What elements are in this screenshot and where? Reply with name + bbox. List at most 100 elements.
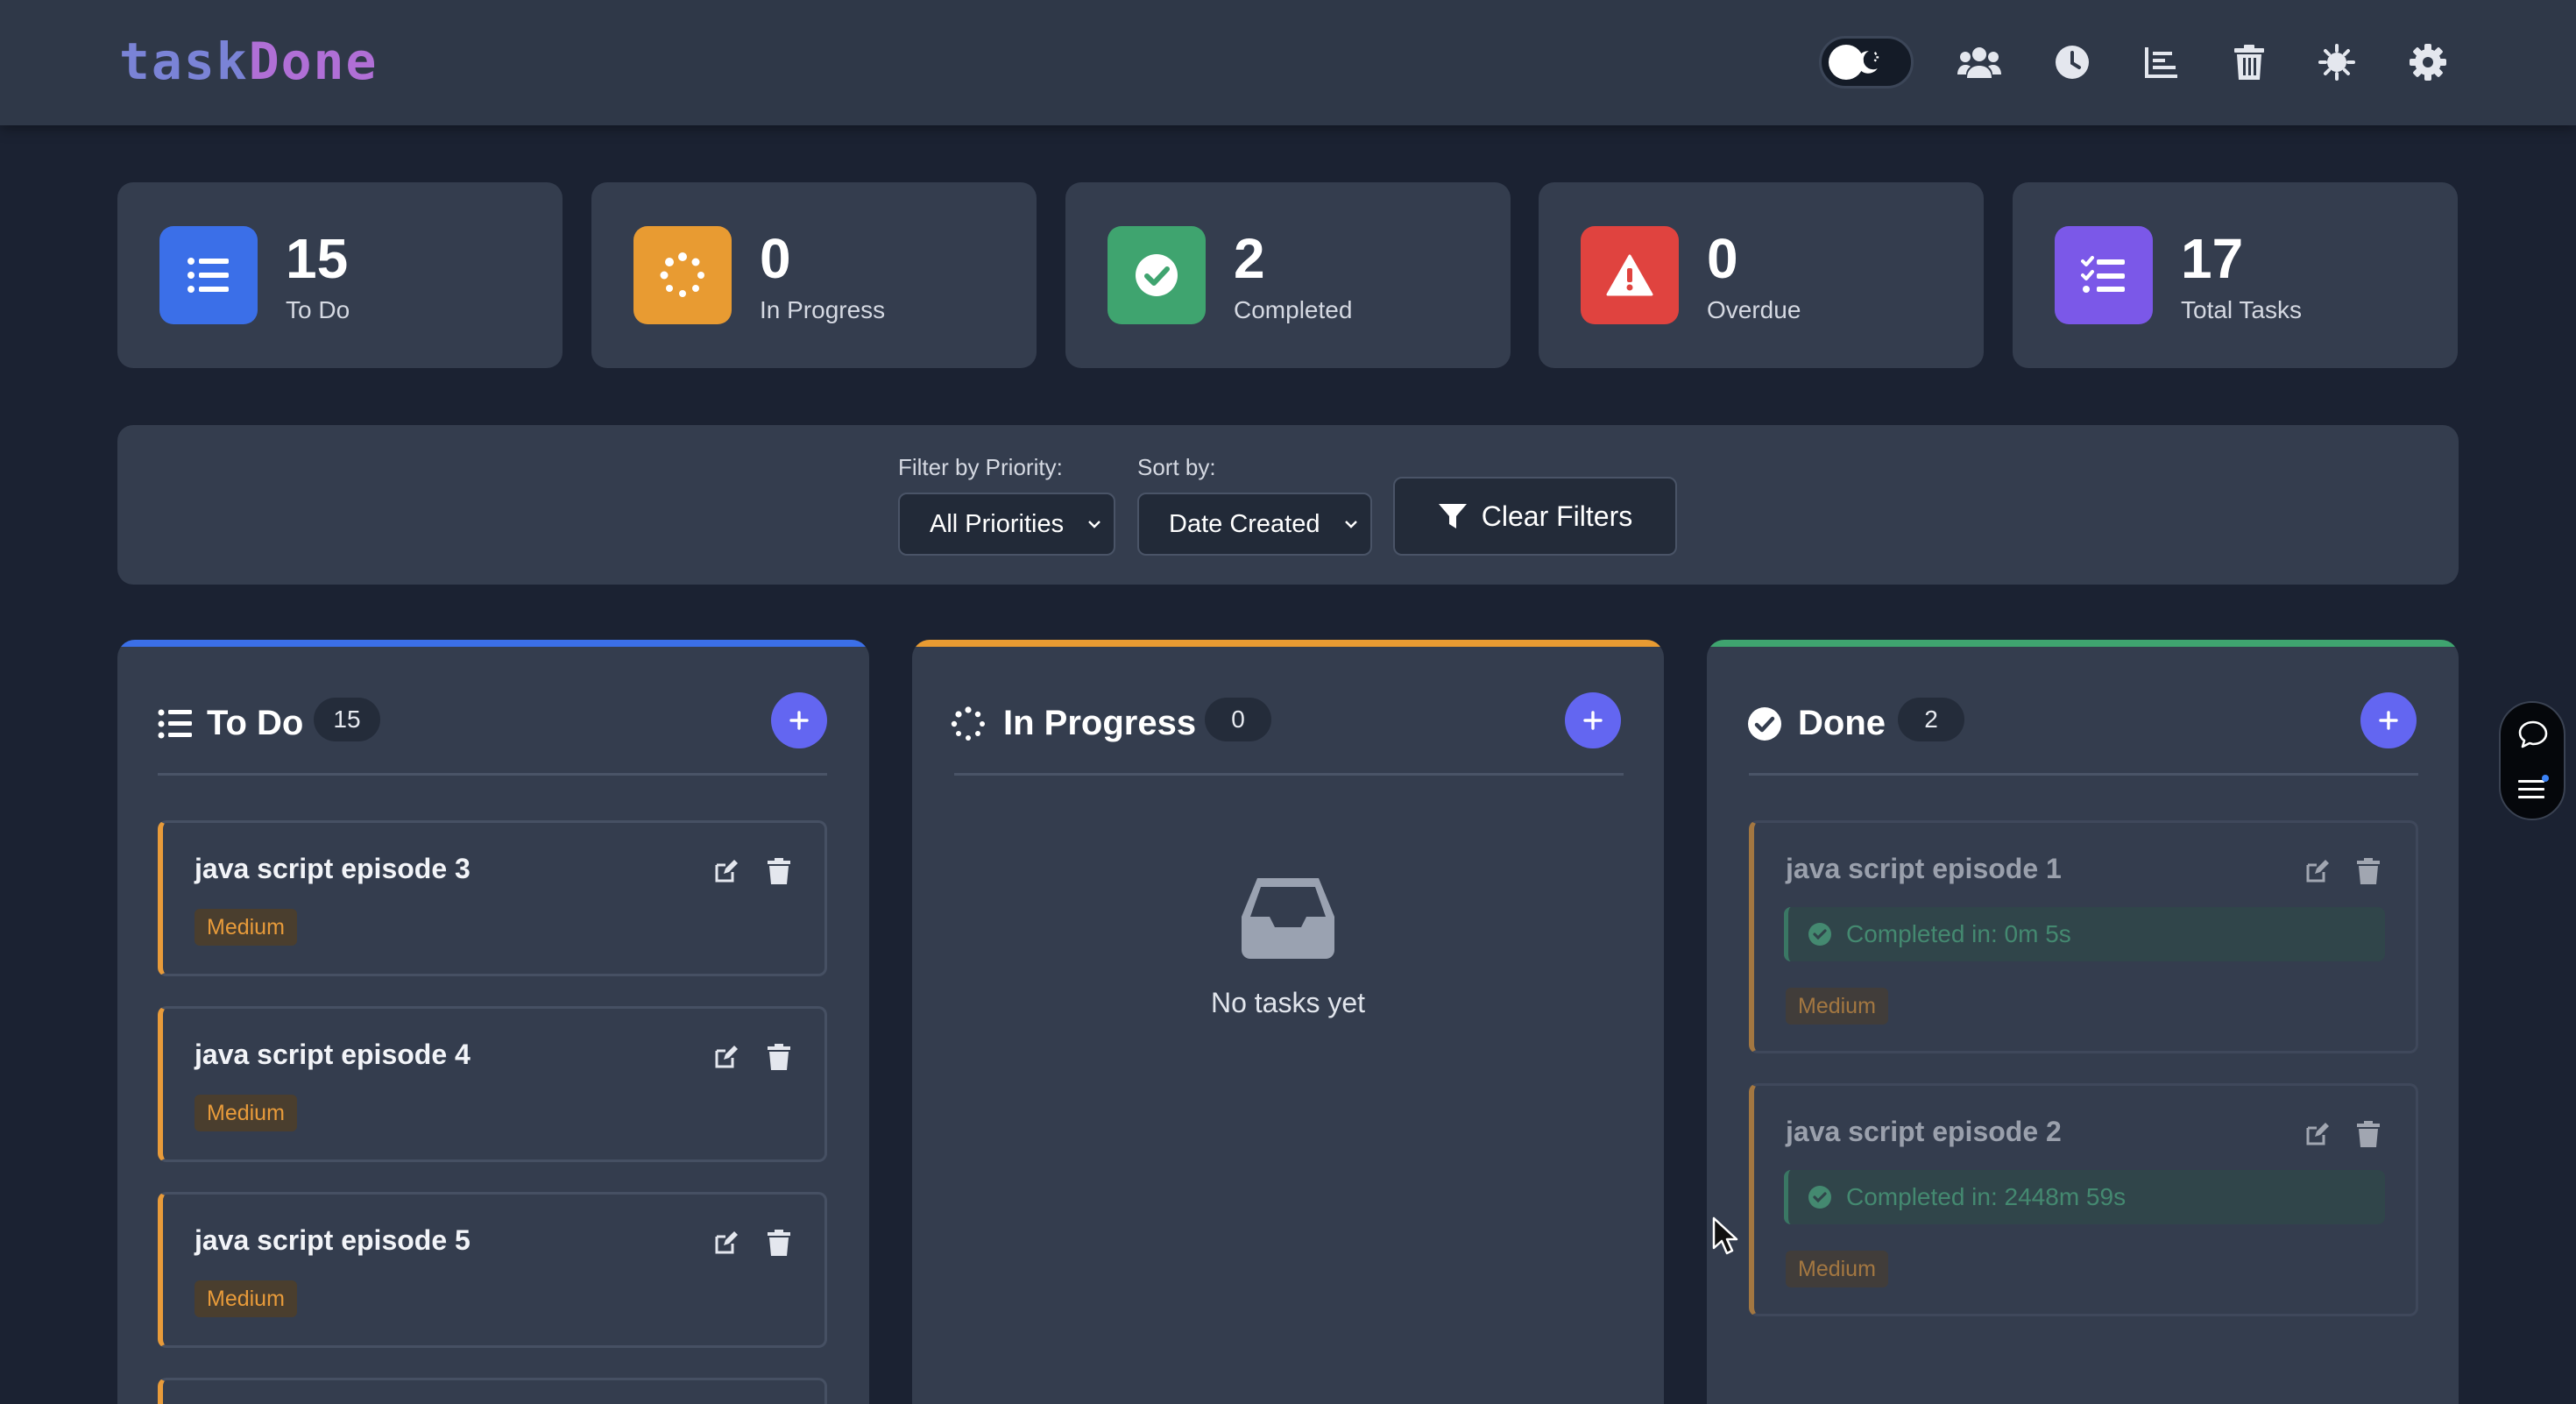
priority-badge: Medium xyxy=(195,1280,297,1317)
edit-icon[interactable] xyxy=(2304,858,2331,884)
chevron-down-icon xyxy=(1345,521,1357,528)
add-task-button[interactable] xyxy=(771,692,827,748)
list-icon xyxy=(159,226,258,324)
edit-icon[interactable] xyxy=(713,1044,740,1070)
history-icon[interactable] xyxy=(2049,39,2096,86)
task-title: java script episode 3 xyxy=(195,853,471,884)
add-task-button[interactable] xyxy=(1565,692,1621,748)
stat-card-in-progress: 0 In Progress xyxy=(591,182,1037,368)
list-icon xyxy=(158,709,192,739)
stat-value: 0 xyxy=(760,227,791,290)
logo-text-done: Done xyxy=(248,32,379,91)
inbox-icon xyxy=(1242,878,1334,959)
theme-toggle[interactable] xyxy=(1819,36,1914,89)
task-card[interactable]: java script episode 5 Medium xyxy=(158,1192,827,1348)
column-title: To Do xyxy=(207,704,304,742)
delete-icon[interactable] xyxy=(2357,1121,2380,1147)
delete-icon[interactable] xyxy=(2357,858,2380,884)
delete-icon[interactable] xyxy=(768,1044,790,1070)
spinner-icon xyxy=(633,226,732,324)
stat-card-completed: 2 Completed xyxy=(1065,182,1511,368)
mouse-cursor-icon xyxy=(1712,1216,1738,1255)
column-accent-bar xyxy=(1707,640,2459,647)
priority-filter-label: Filter by Priority: xyxy=(898,454,1063,480)
edit-icon[interactable] xyxy=(2304,1121,2331,1147)
task-card[interactable] xyxy=(158,1378,827,1404)
bug-icon[interactable] xyxy=(2313,39,2360,86)
edit-icon[interactable] xyxy=(713,1230,740,1256)
completion-time-text: Completed in: 2448m 59s xyxy=(1846,1183,2127,1210)
completion-time-bar: Completed in: 2448m 59s xyxy=(1784,1170,2385,1224)
moon-icon xyxy=(1857,51,1879,74)
check-circle-icon xyxy=(1108,226,1206,324)
task-title: java script episode 4 xyxy=(195,1039,471,1070)
stat-label: In Progress xyxy=(760,296,886,323)
column-count-badge: 0 xyxy=(1205,698,1271,741)
priority-badge: Medium xyxy=(195,909,297,946)
sort-select-value: Date Created xyxy=(1169,510,1320,538)
completion-time-bar: Completed in: 0m 5s xyxy=(1784,907,2385,961)
priority-select-value: All Priorities xyxy=(930,510,1065,538)
priority-badge: Medium xyxy=(1786,988,1888,1025)
column-count-badge: 15 xyxy=(314,698,380,741)
menu-icon[interactable] xyxy=(2518,775,2550,803)
column-accent-bar xyxy=(912,640,1664,647)
add-task-button[interactable] xyxy=(2360,692,2417,748)
trash-icon[interactable] xyxy=(2226,39,2273,86)
side-widget xyxy=(2499,701,2565,820)
chevron-down-icon xyxy=(1088,521,1100,528)
priority-badge: Medium xyxy=(195,1095,297,1131)
task-title: java script episode 1 xyxy=(1786,853,2062,884)
task-title: java script episode 2 xyxy=(1786,1116,2062,1147)
priority-select[interactable]: All Priorities xyxy=(898,493,1115,556)
empty-state-text: No tasks yet xyxy=(1210,987,1366,1018)
filter-icon xyxy=(1438,504,1467,528)
check-circle-icon xyxy=(1748,707,1781,741)
stat-label: Total Tasks xyxy=(2181,296,2302,323)
column-title: In Progress xyxy=(1003,704,1197,742)
delete-icon[interactable] xyxy=(768,1230,790,1256)
task-card-completed[interactable]: java script episode 2 Completed in: 2448… xyxy=(1749,1083,2418,1316)
edit-icon[interactable] xyxy=(713,858,740,884)
column-done: Done 2 java script episode 1 Completed i… xyxy=(1707,640,2459,1404)
stat-card-todo: 15 To Do xyxy=(117,182,563,368)
task-title: java script episode 5 xyxy=(195,1224,471,1256)
column-in-progress: In Progress 0 No tasks yet xyxy=(912,640,1664,1404)
column-title: Done xyxy=(1798,704,1886,742)
tasks-icon xyxy=(2055,226,2153,324)
app-logo[interactable]: taskDone xyxy=(119,30,378,93)
column-count-badge: 2 xyxy=(1898,698,1964,741)
check-circle-icon xyxy=(1808,1186,1831,1209)
warning-icon xyxy=(1581,226,1679,324)
chat-icon[interactable] xyxy=(2518,720,2548,748)
delete-icon[interactable] xyxy=(768,858,790,884)
logo-text-task: task xyxy=(119,32,249,91)
stat-value: 15 xyxy=(286,227,349,290)
stat-value: 17 xyxy=(2181,227,2244,290)
column-divider xyxy=(1749,773,2418,776)
plus-icon xyxy=(789,711,809,730)
stat-label: Overdue xyxy=(1707,296,1801,323)
sort-select[interactable]: Date Created xyxy=(1137,493,1372,556)
column-accent-bar xyxy=(117,640,869,647)
chart-icon[interactable] xyxy=(2138,39,2185,86)
task-card[interactable]: java script episode 3 Medium xyxy=(158,820,827,976)
stat-value: 2 xyxy=(1234,227,1265,290)
settings-icon[interactable] xyxy=(2404,39,2452,86)
plus-icon xyxy=(2379,711,2398,730)
clear-filters-button[interactable]: Clear Filters xyxy=(1393,477,1677,556)
column-divider xyxy=(158,773,827,776)
column-todo: To Do 15 java script episode 3 Medium ja… xyxy=(117,640,869,1404)
plus-icon xyxy=(1583,711,1603,730)
priority-badge: Medium xyxy=(1786,1251,1888,1287)
spinner-icon xyxy=(951,706,985,741)
stat-card-total: 17 Total Tasks xyxy=(2013,182,2458,368)
stat-label: Completed xyxy=(1234,296,1353,323)
stat-card-overdue: 0 Overdue xyxy=(1539,182,1984,368)
column-divider xyxy=(954,773,1624,776)
task-card-completed[interactable]: java script episode 1 Completed in: 0m 5… xyxy=(1749,820,2418,1053)
users-icon[interactable] xyxy=(1956,39,2003,86)
task-card[interactable]: java script episode 4 Medium xyxy=(158,1006,827,1162)
sort-label: Sort by: xyxy=(1137,454,1216,480)
clear-filters-label: Clear Filters xyxy=(1481,500,1633,532)
